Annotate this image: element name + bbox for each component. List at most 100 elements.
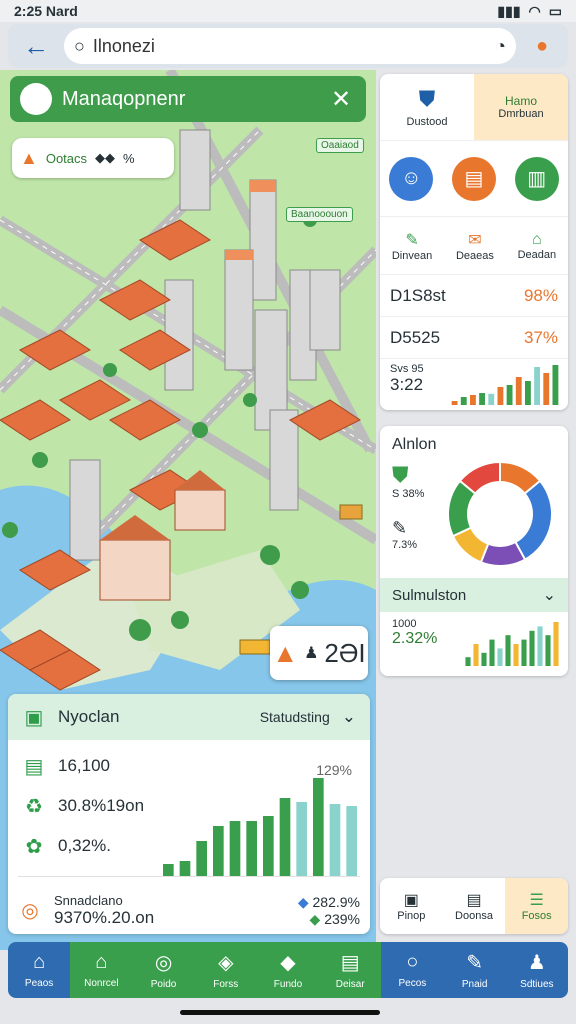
back-button[interactable]: ← xyxy=(16,28,56,64)
compass-icon: ◎ xyxy=(154,952,173,974)
footer-right-top: ◆ 282.9% xyxy=(298,894,360,911)
chevron-down-icon[interactable]: ⌄ xyxy=(342,707,356,727)
nav-item-6[interactable]: ▤ Deisar xyxy=(319,942,382,998)
battery-icon: ▭ xyxy=(548,2,562,19)
search-icon: ○ xyxy=(74,35,85,56)
mini-bar xyxy=(534,367,541,405)
panel-footer: ◎ Snnadclano 9370%.20.on ◆ 282.9% ◆ 239% xyxy=(18,876,360,934)
allocation-card: Alnlon ⛊ S 38% ✎ 7.3% Sulmulston ⌄ 1000 … xyxy=(380,426,568,676)
nav-label: Peaos xyxy=(24,978,54,989)
chart-button[interactable]: ▥ xyxy=(514,156,559,201)
sim-bar xyxy=(521,639,527,666)
tab-doonsa[interactable]: ▤ Doonsa xyxy=(443,878,506,934)
green-leaf-icon: ◆ xyxy=(309,910,321,927)
mini-bar xyxy=(469,395,476,405)
tab-home-label: Hamo xyxy=(504,94,537,108)
sim-bar xyxy=(473,644,479,666)
donut-chart xyxy=(447,460,553,567)
footer-right-bottom-value: 239% xyxy=(324,910,360,927)
nav-item-7[interactable]: ○ Pecos xyxy=(381,942,443,998)
panel-dropdown[interactable]: Statudsting xyxy=(260,709,330,725)
nav-item-5[interactable]: ◆ Fundo xyxy=(256,942,320,998)
logo-block[interactable]: ⛊ Dustood xyxy=(380,74,474,140)
sim-bar xyxy=(529,630,535,666)
panel-body: ▤ 16,100 ♻ 30.8%19on ✿ 0,32%. 129% xyxy=(8,746,370,876)
map-label-1[interactable]: Oaaiaod xyxy=(316,138,364,153)
shortcut-3[interactable]: ⌂ Deadan xyxy=(518,231,557,261)
nav-item-8[interactable]: ✎ Pnaid xyxy=(444,942,506,998)
mini-bar xyxy=(506,385,513,405)
tab-pinop[interactable]: ▣ Pinop xyxy=(380,878,443,934)
nav-label: Forss xyxy=(213,979,239,990)
avatar[interactable]: ◉ xyxy=(20,83,52,115)
home-icon: ⌂ xyxy=(95,951,108,973)
pen-icon: ✎ xyxy=(466,952,484,974)
people-icon: ◆◆ xyxy=(95,150,116,165)
chip-value: % xyxy=(123,150,135,166)
list-icon: ☰ xyxy=(529,892,544,909)
population-value: 2ӘI xyxy=(324,637,366,668)
search-input[interactable] xyxy=(92,35,488,57)
sim-bar xyxy=(553,622,559,666)
location-chip[interactable]: ▲ Ootacs ◆◆ % xyxy=(12,138,174,178)
profile-avatar[interactable]: ☺ xyxy=(389,156,434,201)
sim-bar xyxy=(481,652,487,666)
map-label-2[interactable]: Baanooouon xyxy=(286,207,353,222)
sim-values: 1000 2.32% xyxy=(392,618,437,648)
footer-right-bottom: ◆ 239% xyxy=(298,911,360,928)
status-left: 2:25 Nard xyxy=(14,3,78,19)
person-icon: ♟ xyxy=(304,645,319,662)
tab-fosos[interactable]: ☰ Fosos xyxy=(505,878,568,934)
tab-doonsa-label: Doonsa xyxy=(455,910,493,922)
footer-value: 9370%.20.on xyxy=(54,908,155,927)
population-chip[interactable]: ▲ ♟ 2ӘI xyxy=(270,626,368,680)
grid-icon: ▣ xyxy=(403,892,419,909)
house-icon: ▲ xyxy=(272,637,299,668)
mini-bar xyxy=(543,373,550,405)
leaf-icon: ✎ xyxy=(405,231,419,249)
panel-bar xyxy=(329,804,341,876)
mini-bar-chart xyxy=(451,365,559,405)
footer-text: Snnadclano 9370%.20.on xyxy=(54,893,286,928)
nav-item-9[interactable]: ♟ Sdtiues xyxy=(506,942,568,998)
tab-home-sub: Dmrbuan xyxy=(498,108,544,120)
shortcut-1[interactable]: ✎ Dinvean xyxy=(392,230,432,262)
nav-item-4[interactable]: ◈ Forss xyxy=(194,942,257,998)
nav-label: Sdtiues xyxy=(520,979,554,990)
panel-bar xyxy=(346,806,357,876)
voice-icon[interactable]: ◔ xyxy=(495,36,506,57)
nav-item-3[interactable]: ◎ Poido xyxy=(132,942,195,998)
nav-label: Deisar xyxy=(335,979,365,990)
close-icon[interactable]: ✕ xyxy=(326,85,356,114)
overview-top: ⛊ Dustood Hamo Dmrbuan xyxy=(380,74,568,140)
nav-label: Poido xyxy=(150,979,177,990)
stack-icon: ▤ xyxy=(340,952,360,974)
tag-icon: ◆ xyxy=(280,952,296,974)
donut-segment[interactable] xyxy=(514,479,553,561)
tab-home[interactable]: Hamo Dmrbuan xyxy=(474,74,568,140)
panel-bar xyxy=(263,816,274,876)
top-bar: ← ○ ◔ ● xyxy=(8,24,568,68)
mail-icon: ✉ xyxy=(468,231,482,249)
shortcut-2[interactable]: ✉ Deaeas xyxy=(456,230,494,262)
document-button[interactable]: ▤ xyxy=(451,156,496,201)
panel-bar xyxy=(246,821,257,876)
blue-leaf-icon: ◆ xyxy=(297,893,309,910)
mic-button[interactable]: ● xyxy=(524,28,560,64)
donut-val-2: 7.3% xyxy=(392,539,418,551)
leaf-icon: ✎ xyxy=(392,518,408,538)
sim-title: Sulmulston xyxy=(392,586,467,604)
panel-bar xyxy=(229,821,241,876)
home-indicator[interactable] xyxy=(180,1010,380,1015)
house-icon: ⌂ xyxy=(532,230,542,248)
nav-item-2[interactable]: ⌂ Nonrcel xyxy=(70,942,133,998)
shield-icon: ⛊ xyxy=(392,462,409,487)
chevron-down-icon[interactable]: ⌄ xyxy=(543,585,556,605)
status-bar: 2:25 Nard ▮▮▮ ◠ ▭ xyxy=(0,0,576,22)
stat-value: 30.8%19on xyxy=(58,796,145,815)
search-box[interactable]: ○ ◔ xyxy=(64,28,516,64)
metric-1-label: D1S8st xyxy=(390,285,446,305)
mini-bar xyxy=(552,365,559,405)
mini-chart-row: Svs 95 3:22 xyxy=(380,358,568,410)
nav-item-1[interactable]: ⌂ Peaos xyxy=(8,942,70,998)
